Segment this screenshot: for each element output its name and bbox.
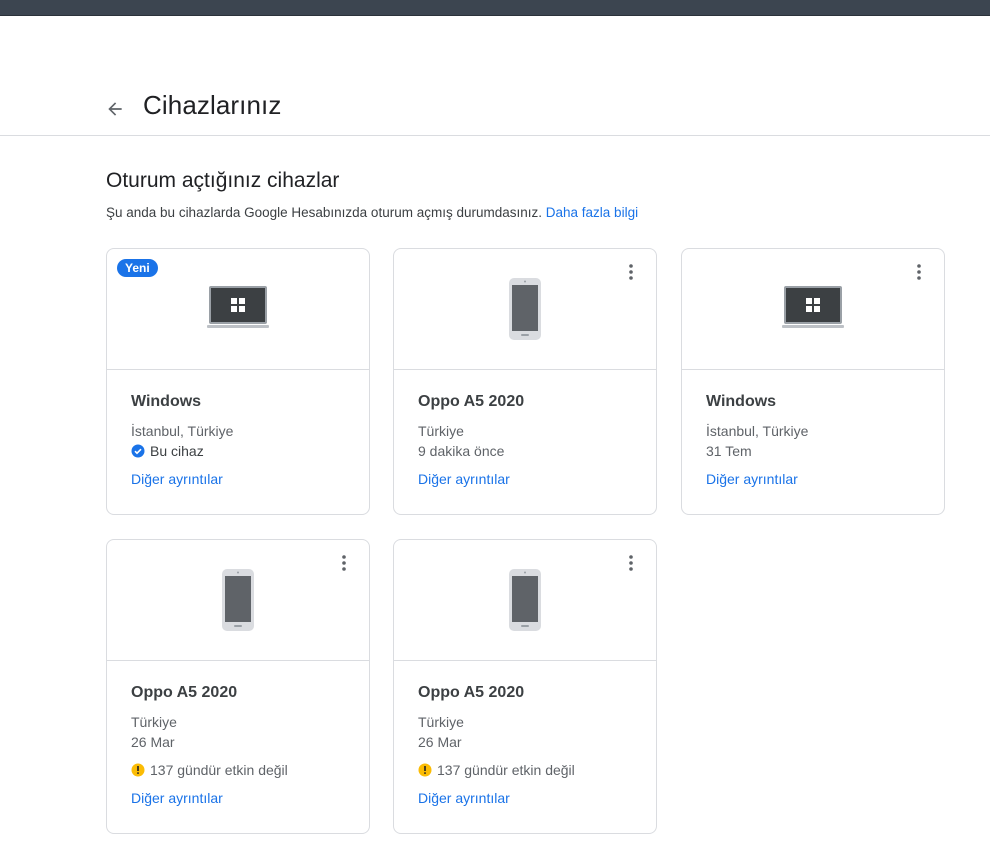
device-card[interactable]: Windows İstanbul, Türkiye 31 Tem Diğer a…: [681, 248, 945, 515]
learn-more-link[interactable]: Daha fazla bilgi: [546, 205, 638, 220]
device-card-image-area: [394, 540, 656, 661]
device-card-image-area: [682, 249, 944, 370]
more-details-link[interactable]: Diğer ayrıntılar: [131, 471, 223, 487]
device-location: Türkiye: [131, 714, 177, 730]
phone-icon: [509, 278, 541, 340]
device-card[interactable]: Oppo A5 2020 Türkiye 26 Mar 137 gündür e…: [393, 539, 657, 834]
browser-top-bar: [0, 0, 990, 16]
more-details-link[interactable]: Diğer ayrıntılar: [706, 471, 798, 487]
device-location: Türkiye: [418, 423, 464, 439]
warning-icon: [131, 763, 145, 777]
inactive-warning: 137 gündür etkin değil: [418, 762, 575, 778]
page-header: Cihazlarınız: [0, 16, 990, 136]
device-name: Oppo A5 2020: [131, 684, 238, 701]
last-active-time: 31 Tem: [706, 443, 752, 459]
laptop-icon: [207, 286, 269, 328]
device-card-image-area: [107, 540, 369, 661]
last-active-time: 26 Mar: [131, 734, 175, 750]
more-options-button[interactable]: [620, 552, 642, 574]
inactive-warning: 137 gündür etkin değil: [131, 762, 288, 778]
more-options-button[interactable]: [908, 261, 930, 283]
new-badge: Yeni: [117, 259, 158, 277]
device-card[interactable]: Oppo A5 2020 Türkiye 9 dakika önce Diğer…: [393, 248, 657, 515]
device-card-image-area: [394, 249, 656, 370]
device-name: Windows: [131, 393, 202, 410]
more-vert-icon: [917, 264, 921, 280]
phone-icon: [222, 569, 254, 631]
section-description-text: Şu anda bu cihazlarda Google Hesabınızda…: [106, 205, 542, 220]
device-name: Oppo A5 2020: [418, 393, 525, 410]
more-options-button[interactable]: [333, 552, 355, 574]
warning-icon: [418, 763, 432, 777]
device-location: İstanbul, Türkiye: [706, 423, 809, 439]
device-card[interactable]: Yeni Windows İstanbul, Türkiye Bu cihaz …: [106, 248, 370, 515]
arrow-back-icon: [108, 102, 122, 116]
inactive-warning-text: 137 gündür etkin değil: [150, 762, 288, 778]
more-vert-icon: [629, 264, 633, 280]
more-options-button[interactable]: [620, 261, 642, 283]
last-active-time: 26 Mar: [418, 734, 462, 750]
page-title: Cihazlarınız: [143, 90, 282, 120]
device-status: Bu cihaz: [131, 443, 204, 459]
device-card[interactable]: Oppo A5 2020 Türkiye 26 Mar 137 gündür e…: [106, 539, 370, 834]
more-details-link[interactable]: Diğer ayrıntılar: [131, 790, 223, 806]
inactive-warning-text: 137 gündür etkin değil: [437, 762, 575, 778]
back-button[interactable]: [101, 95, 129, 123]
more-vert-icon: [342, 555, 346, 571]
last-active-time: 9 dakika önce: [418, 443, 505, 459]
more-vert-icon: [629, 555, 633, 571]
laptop-icon: [782, 286, 844, 328]
device-location: Türkiye: [418, 714, 464, 730]
more-details-link[interactable]: Diğer ayrıntılar: [418, 790, 510, 806]
section-title: Oturum açtığınız cihazlar: [106, 169, 340, 192]
more-details-link[interactable]: Diğer ayrıntılar: [418, 471, 510, 487]
device-name: Windows: [706, 393, 777, 410]
device-card-image-area: Yeni: [107, 249, 369, 370]
device-name: Oppo A5 2020: [418, 684, 525, 701]
phone-icon: [509, 569, 541, 631]
device-location: İstanbul, Türkiye: [131, 423, 234, 439]
check-circle-icon: [131, 444, 145, 458]
section-description: Şu anda bu cihazlarda Google Hesabınızda…: [106, 205, 638, 220]
this-device-label: Bu cihaz: [150, 443, 204, 459]
